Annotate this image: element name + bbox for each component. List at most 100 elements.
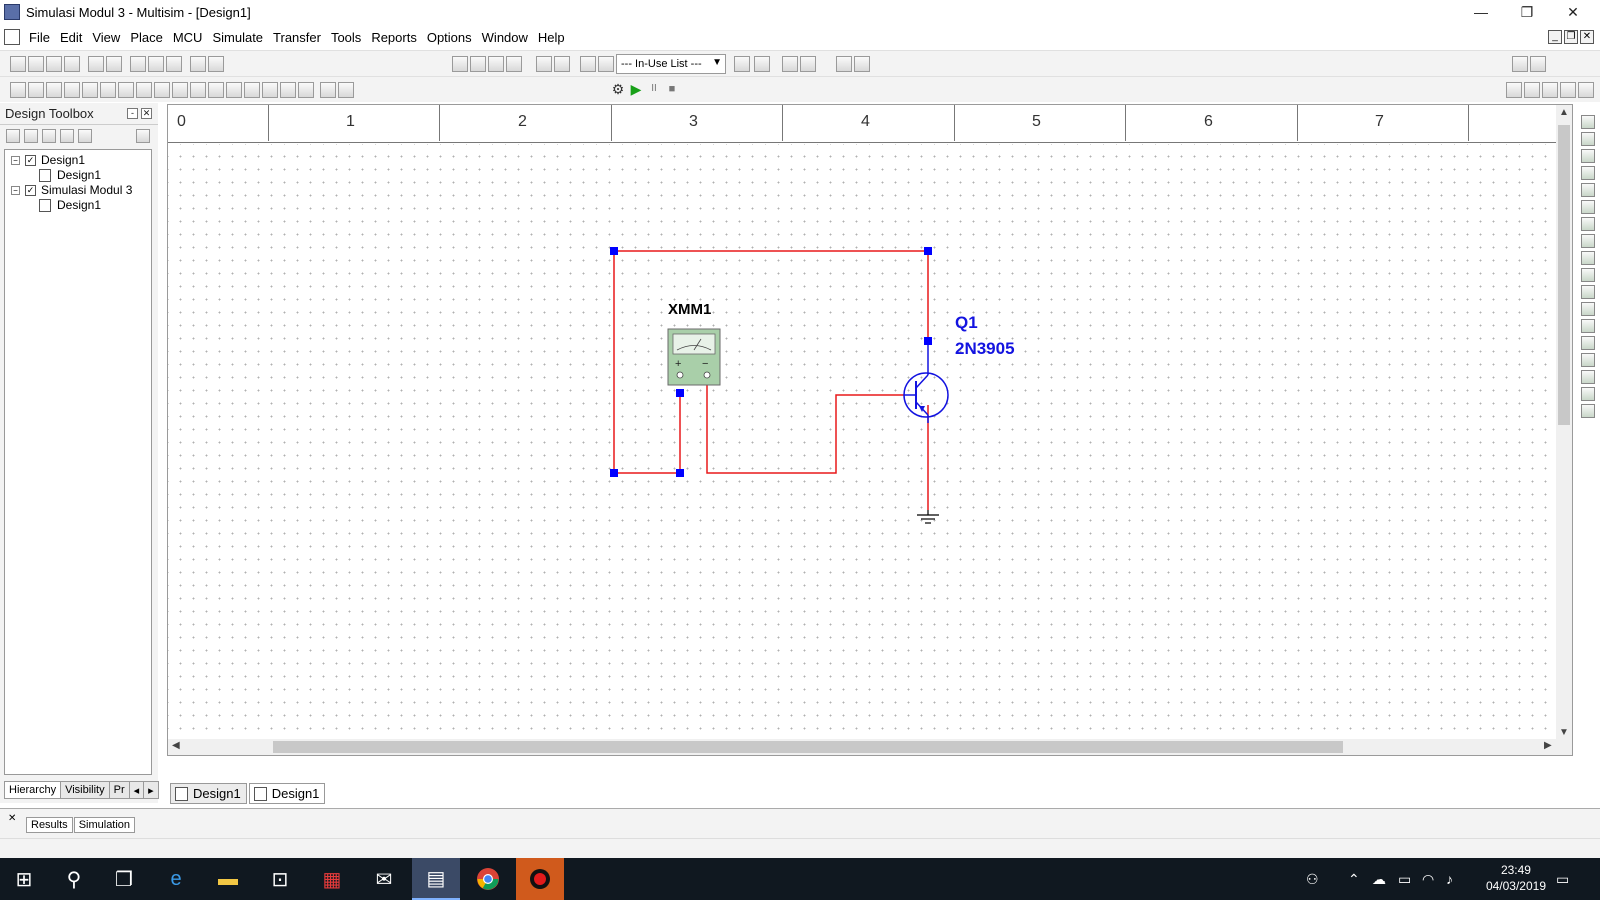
menu-mcu[interactable]: MCU [168,30,208,45]
junction-node[interactable] [924,337,932,345]
close-button[interactable]: ✕ [1550,0,1596,24]
erc-icon[interactable] [734,56,750,72]
word-generator-icon[interactable] [1581,234,1595,248]
place-ttl-icon[interactable] [100,82,116,98]
save-sheet-icon[interactable] [42,129,56,143]
tab-scroll-left-icon[interactable]: ◂ [128,781,145,799]
menu-file[interactable]: File [24,30,55,45]
tab-visibility[interactable]: Visibility [60,781,110,799]
database-manager-icon[interactable] [536,56,552,72]
current-probe-icon[interactable] [1581,404,1595,418]
place-power-icon[interactable] [190,82,206,98]
horizontal-scroll-thumb[interactable] [273,741,1343,753]
sheet-tab-design1-a[interactable]: Design1 [170,783,247,804]
interactive-sim-icon[interactable]: ⚙ [610,81,626,97]
scroll-up-icon[interactable]: ▲ [1559,107,1569,118]
place-cmos-icon[interactable] [118,82,134,98]
menu-options[interactable]: Options [422,30,477,45]
new-sheet-icon[interactable] [6,129,20,143]
place-bus-icon[interactable] [320,82,336,98]
project-view-icon[interactable] [136,129,150,143]
mdi-restore-button[interactable]: ❐ [1564,30,1578,44]
menu-tools[interactable]: Tools [326,30,366,45]
design-toolbox-icon[interactable] [488,56,504,72]
notification-center-icon[interactable]: ▭ [1556,858,1569,900]
save-icon[interactable] [64,56,80,72]
distortion-analyzer-icon[interactable] [1581,302,1595,316]
collapse-icon[interactable]: − [11,156,20,165]
tree-item-simulasi-modul-3[interactable]: − ✓ Simulasi Modul 3 [5,183,151,198]
multimeter-instrument-icon[interactable] [1581,115,1595,129]
multimeter-xmm1[interactable]: XMM1 + − [667,301,721,386]
paste-icon[interactable] [166,56,182,72]
frequency-counter-icon[interactable] [1581,217,1595,231]
cut-icon[interactable] [130,56,146,72]
new-file-icon[interactable] [10,56,26,72]
backward-annotate-ultiboard-icon[interactable] [782,56,798,72]
tab-simulation[interactable]: Simulation [73,817,136,833]
mdi-close-button[interactable]: ✕ [1580,30,1594,44]
toolbox-close-button[interactable]: ✕ [141,108,152,119]
mail-icon[interactable]: ✉ [360,858,408,900]
spectrum-analyzer-icon[interactable] [1581,319,1595,333]
menu-place[interactable]: Place [125,30,168,45]
menu-edit[interactable]: Edit [55,30,87,45]
network-analyzer-icon[interactable] [1581,336,1595,350]
schematic-workspace[interactable]: 0 1 2 3 4 5 6 7 XMM1 + − Q1 2N3905 ▲ ▼ ◀… [167,104,1573,756]
menu-transfer[interactable]: Transfer [268,30,326,45]
transistor-q1[interactable]: Q1 2N3905 [903,313,1015,423]
agilent-instrument-icon[interactable] [1581,353,1595,367]
help-icon[interactable] [854,56,870,72]
scroll-left-icon[interactable]: ◀ [172,740,180,751]
zoom-fullscreen-icon[interactable] [1578,82,1594,98]
tree-item-simulasi-design1-sheet[interactable]: Design1 [5,198,151,213]
wattmeter-icon[interactable] [1581,149,1595,163]
place-rf-icon[interactable] [244,82,260,98]
system-clock[interactable]: 23:49 04/03/2019 [1486,862,1546,894]
scroll-right-icon[interactable]: ▶ [1544,740,1552,751]
vertical-scrollbar[interactable]: ▲ ▼ [1556,105,1572,755]
junction-node[interactable] [610,247,618,255]
scroll-down-icon[interactable]: ▼ [1559,727,1569,738]
checkbox-icon[interactable]: ✓ [25,155,36,166]
delete-sheet-icon[interactable] [78,129,92,143]
tektronix-instrument-icon[interactable] [1581,370,1595,384]
windows-start-icon[interactable]: ⊞ [0,858,48,900]
store-icon[interactable]: ⊡ [256,858,304,900]
gift-app-icon[interactable]: ▦ [308,858,356,900]
menu-simulate[interactable]: Simulate [207,30,268,45]
spreadsheet-view-icon[interactable] [470,56,486,72]
stop-simulation-button[interactable]: ■ [664,81,680,97]
open-file-icon[interactable] [28,56,44,72]
screen-recorder-icon[interactable] [516,858,564,900]
place-diode-icon[interactable] [46,82,62,98]
find-examples-icon[interactable] [836,56,852,72]
place-source-icon[interactable] [10,82,26,98]
collapse-icon[interactable]: − [11,186,20,195]
forward-annotate-ultiboard-icon[interactable] [800,56,816,72]
menu-reports[interactable]: Reports [366,30,422,45]
restore-button[interactable]: ❐ [1504,0,1550,24]
junction-node[interactable] [676,389,684,397]
wire-top[interactable] [614,250,929,341]
menu-window[interactable]: Window [477,30,533,45]
tree-item-design1-sheet[interactable]: Design1 [5,168,151,183]
zoom-fit-icon[interactable] [1560,82,1576,98]
onedrive-icon[interactable]: ☁ [1372,858,1386,900]
open-sample-icon[interactable] [46,56,62,72]
iv-analyzer-icon[interactable] [1581,285,1595,299]
place-transistor-icon[interactable] [64,82,80,98]
copy-icon[interactable] [148,56,164,72]
print-icon[interactable] [88,56,104,72]
tab-scroll-right-icon[interactable]: ▸ [143,781,159,799]
file-explorer-icon[interactable]: ▬ [204,858,252,900]
horizontal-scrollbar[interactable]: ◀ ▶ [168,739,1558,755]
labview-instrument-icon[interactable] [1581,387,1595,401]
volume-icon[interactable]: ♪ [1446,858,1453,900]
zoom-in-icon[interactable] [1506,82,1522,98]
panel-close-icon[interactable]: ✕ [8,813,16,824]
wire-meter-minus[interactable] [706,375,904,474]
place-misc-icon[interactable] [208,82,224,98]
place-mixed-icon[interactable] [154,82,170,98]
checkbox-icon[interactable]: ✓ [25,185,36,196]
